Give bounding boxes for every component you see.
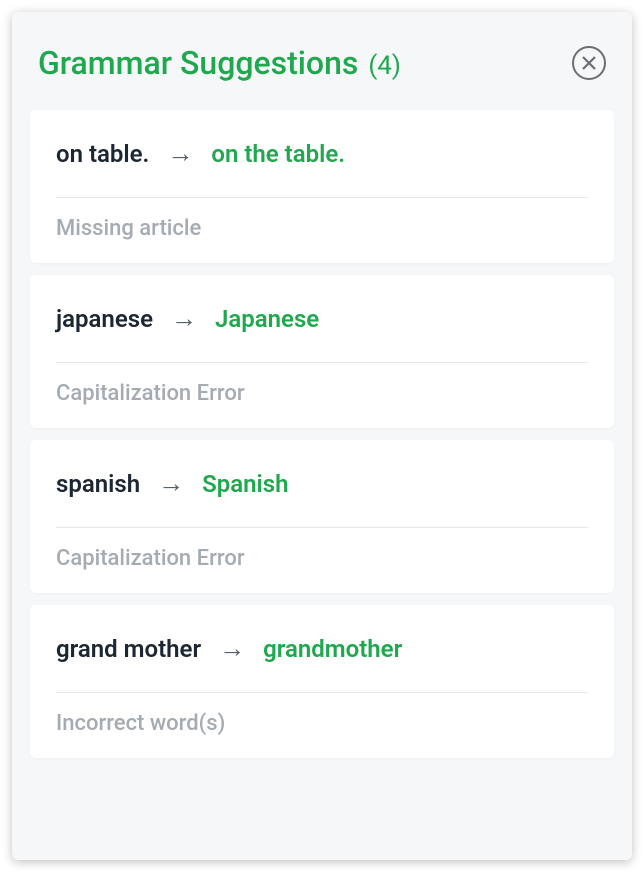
corrected-text: on the table. — [211, 140, 345, 168]
arrow-icon: → — [167, 138, 193, 169]
error-type-label: Capitalization Error — [56, 381, 588, 406]
panel-title: Grammar Suggestions — [38, 44, 358, 82]
arrow-icon: → — [158, 468, 184, 499]
corrected-text: grandmother — [263, 635, 402, 663]
divider — [56, 362, 588, 363]
grammar-suggestions-panel: Grammar Suggestions (4) on table. → on t… — [12, 12, 632, 860]
divider — [56, 197, 588, 198]
arrow-icon: → — [171, 303, 197, 334]
corrected-text: Japanese — [215, 305, 319, 333]
correction-row: japanese → Japanese — [56, 303, 588, 334]
correction-row: spanish → Spanish — [56, 468, 588, 499]
divider — [56, 527, 588, 528]
suggestion-card[interactable]: grand mother → grandmother Incorrect wor… — [30, 605, 614, 758]
error-type-label: Incorrect word(s) — [56, 711, 588, 736]
corrected-text: Spanish — [202, 470, 288, 498]
suggestion-card[interactable]: spanish → Spanish Capitalization Error — [30, 440, 614, 593]
correction-row: grand mother → grandmother — [56, 633, 588, 664]
panel-header: Grammar Suggestions (4) — [30, 22, 614, 110]
arrow-icon: → — [219, 633, 245, 664]
title-wrap: Grammar Suggestions (4) — [38, 44, 401, 82]
original-text: grand mother — [56, 635, 201, 663]
correction-row: on table. → on the table. — [56, 138, 588, 169]
close-button[interactable] — [572, 46, 606, 80]
original-text: on table. — [56, 140, 149, 168]
suggestion-count: (4) — [368, 51, 401, 81]
original-text: spanish — [56, 470, 140, 498]
error-type-label: Missing article — [56, 216, 588, 241]
error-type-label: Capitalization Error — [56, 546, 588, 571]
close-icon — [581, 55, 597, 71]
original-text: japanese — [56, 305, 153, 333]
suggestion-list: on table. → on the table. Missing articl… — [30, 110, 614, 758]
suggestion-card[interactable]: japanese → Japanese Capitalization Error — [30, 275, 614, 428]
divider — [56, 692, 588, 693]
suggestion-card[interactable]: on table. → on the table. Missing articl… — [30, 110, 614, 263]
